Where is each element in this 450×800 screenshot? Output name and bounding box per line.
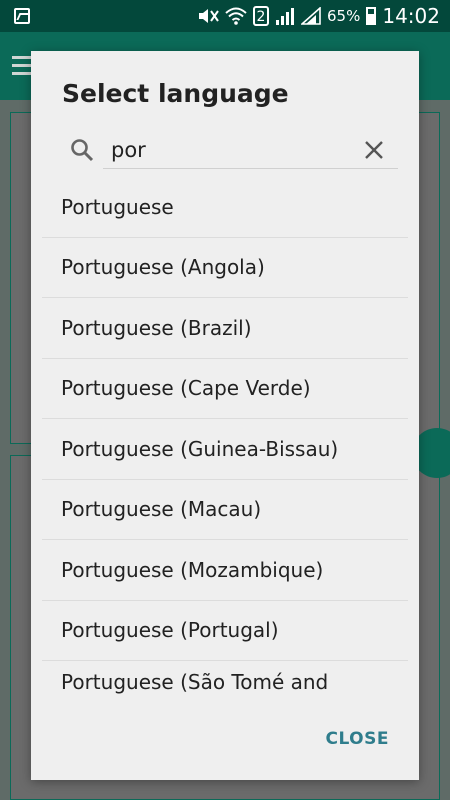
language-item[interactable]: Portuguese (Portugal) bbox=[42, 601, 408, 661]
battery-percent: 65% bbox=[327, 7, 361, 25]
wifi-icon bbox=[225, 7, 247, 25]
signal-icon bbox=[301, 7, 321, 25]
close-icon[interactable] bbox=[361, 137, 387, 163]
language-item[interactable]: Portuguese (Cape Verde) bbox=[42, 359, 408, 419]
dialog-title: Select language bbox=[62, 79, 289, 108]
signal-icon bbox=[276, 8, 295, 25]
language-item[interactable]: Portuguese (Angola) bbox=[42, 238, 408, 298]
language-item[interactable]: Portuguese (Brazil) bbox=[42, 298, 408, 359]
image-icon bbox=[14, 8, 30, 24]
battery-icon bbox=[366, 7, 377, 25]
language-list: Portuguese Portuguese (Angola) Portugues… bbox=[42, 177, 408, 698]
language-item[interactable]: Portuguese (Guinea-Bissau) bbox=[42, 419, 408, 480]
language-item[interactable]: Portuguese (São Tomé and Príncipe) bbox=[42, 661, 408, 698]
clock: 14:02 bbox=[382, 4, 440, 28]
sim-slot-badge: 2 bbox=[253, 6, 270, 26]
mute-icon bbox=[199, 9, 219, 23]
search-icon bbox=[71, 139, 94, 162]
language-item[interactable]: Portuguese (Mozambique) bbox=[42, 540, 408, 601]
search-row bbox=[31, 131, 419, 173]
close-button[interactable]: CLOSE bbox=[325, 729, 389, 749]
status-icons: 2 65% 14:02 bbox=[197, 0, 440, 32]
status-bar: 2 65% 14:02 bbox=[0, 0, 450, 32]
select-language-dialog: Select language Portuguese Portuguese (A… bbox=[31, 51, 419, 780]
language-item[interactable]: Portuguese (Macau) bbox=[42, 480, 408, 540]
search-input[interactable] bbox=[103, 131, 398, 169]
language-item[interactable]: Portuguese bbox=[42, 177, 408, 238]
